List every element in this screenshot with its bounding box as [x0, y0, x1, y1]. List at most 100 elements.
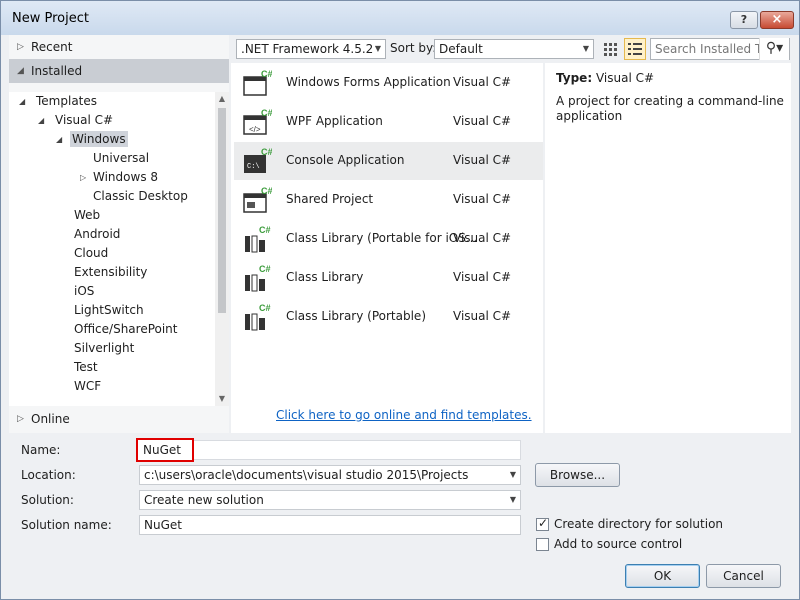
shared-project-icon: C# — [242, 185, 273, 215]
svg-text:C#: C# — [259, 303, 271, 313]
tree-item-office-sharepoint[interactable]: Office/SharePoint — [74, 320, 178, 339]
template-name: Shared Project — [286, 192, 374, 206]
template-language: Visual C# — [453, 231, 512, 245]
expand-arrow-icon[interactable]: ▷ — [17, 407, 24, 431]
template-name: WPF Application — [286, 114, 383, 128]
type-value: Visual C# — [595, 71, 655, 85]
template-language: Visual C# — [453, 153, 512, 167]
template-language: Visual C# — [453, 75, 512, 89]
collapse-arrow-icon[interactable]: ◢ — [38, 111, 44, 130]
wpf-icon: </> C# — [242, 107, 273, 137]
tree-item-windows-8[interactable]: ▷ Windows 8 — [80, 168, 158, 187]
close-button[interactable]: × — [760, 11, 794, 29]
framework-dropdown[interactable]: .NET Framework 4.5.2 ▼ — [236, 39, 386, 59]
source-control-checkbox[interactable] — [536, 538, 549, 551]
template-language: Visual C# — [453, 309, 512, 323]
tree-item-wcf[interactable]: WCF — [74, 377, 101, 396]
template-item[interactable]: C# Class Library (Portable) Visual C# — [234, 298, 543, 336]
chevron-down-icon: ▼ — [582, 44, 589, 53]
template-language: Visual C# — [453, 114, 512, 128]
svg-text:C#: C# — [261, 147, 272, 157]
scrollbar-thumb[interactable] — [218, 108, 226, 313]
cancel-button[interactable]: Cancel — [706, 564, 781, 588]
template-list: C# Windows Forms Application Visual C# <… — [231, 63, 543, 433]
template-description: A project for creating a command-line ap… — [556, 94, 784, 123]
title-bar: New Project ? × — [1, 1, 799, 35]
section-installed[interactable]: ◢ Installed — [9, 59, 229, 83]
tree-item-cloud[interactable]: Cloud — [74, 244, 108, 263]
expand-arrow-icon[interactable]: ▷ — [17, 35, 24, 59]
collapse-arrow-icon[interactable]: ◢ — [56, 130, 62, 149]
template-name: Console Application — [286, 153, 405, 167]
expand-arrow-icon[interactable]: ▷ — [80, 168, 86, 187]
tree-item-windows[interactable]: ◢ Windows — [56, 130, 128, 149]
browse-button[interactable]: Browse... — [535, 463, 620, 487]
class-library-portable-icon: C# — [242, 302, 272, 332]
template-language: Visual C# — [453, 192, 512, 206]
sort-by-label: Sort by: — [390, 41, 437, 55]
svg-text:C#: C# — [259, 225, 271, 235]
sort-by-value: Default — [439, 42, 483, 56]
solution-name-input[interactable]: NuGet — [139, 515, 521, 535]
solution-label: Solution: — [21, 493, 74, 507]
create-directory-label: Create directory for solution — [554, 517, 724, 531]
solution-dropdown[interactable]: Create new solution ▼ — [139, 490, 521, 510]
section-online[interactable]: ▷ Online — [9, 407, 229, 431]
tree-item-classic-desktop[interactable]: Classic Desktop — [93, 187, 188, 206]
type-info: Type: Visual C# — [556, 71, 654, 85]
tree-item-web[interactable]: Web — [74, 206, 100, 225]
scroll-up-icon[interactable]: ▲ — [215, 92, 229, 106]
template-item-selected[interactable]: C:\ C# Console Application Visual C# — [234, 142, 543, 180]
tree-item-universal[interactable]: Universal — [93, 149, 149, 168]
tree-item-silverlight[interactable]: Silverlight — [74, 339, 134, 358]
tree-item-visual-csharp[interactable]: ◢ Visual C# — [38, 111, 113, 130]
tree-item-templates[interactable]: ◢ Templates — [19, 92, 97, 111]
template-item[interactable]: C# Shared Project Visual C# — [234, 181, 543, 219]
chevron-down-icon[interactable]: ▼ — [510, 491, 516, 509]
search-icon[interactable]: ⚲▾ — [759, 38, 789, 60]
tree-item-extensibility[interactable]: Extensibility — [74, 263, 147, 282]
help-button[interactable]: ? — [730, 11, 758, 29]
template-item[interactable]: C# Windows Forms Application Visual C# — [234, 64, 543, 102]
tree-item-android[interactable]: Android — [74, 225, 120, 244]
svg-text:C#: C# — [261, 69, 272, 79]
tree-item-test[interactable]: Test — [74, 358, 98, 377]
solution-value: Create new solution — [144, 493, 264, 507]
name-input-area[interactable] — [194, 440, 521, 460]
scroll-down-icon[interactable]: ▼ — [215, 392, 229, 406]
collapse-arrow-icon[interactable]: ◢ — [17, 59, 24, 83]
sort-by-dropdown[interactable]: Default ▼ — [434, 39, 594, 59]
tree-item-lightswitch[interactable]: LightSwitch — [74, 301, 144, 320]
template-item[interactable]: C# Class Library Visual C# — [234, 259, 543, 297]
location-combobox[interactable]: c:\users\oracle\documents\visual studio … — [139, 465, 521, 485]
template-item[interactable]: C# Class Library (Portable for iOS... Vi… — [234, 220, 543, 258]
type-label: Type: — [556, 71, 593, 85]
window-title: New Project — [12, 11, 89, 26]
chevron-down-icon[interactable]: ▼ — [510, 466, 516, 484]
grid-view-icon[interactable] — [601, 39, 621, 59]
template-name: Class Library (Portable) — [286, 309, 426, 323]
section-recent-label: Recent — [31, 40, 73, 54]
solution-name-label: Solution name: — [21, 518, 112, 532]
create-directory-checkbox[interactable] — [536, 516, 549, 531]
template-name: Class Library (Portable for iOS... — [286, 231, 478, 245]
template-item[interactable]: </> C# WPF Application Visual C# — [234, 103, 543, 141]
ok-button[interactable]: OK — [625, 564, 700, 588]
location-value: c:\users\oracle\documents\visual studio … — [144, 468, 469, 482]
section-recent[interactable]: ▷ Recent — [9, 35, 229, 59]
template-name: Windows Forms Application — [286, 75, 451, 89]
location-label: Location: — [21, 468, 76, 482]
list-view-icon[interactable] — [624, 38, 646, 60]
name-input[interactable]: NuGet — [136, 438, 194, 462]
new-project-dialog: New Project ? × ▷ Recent ◢ Installed ◢ T… — [0, 0, 800, 600]
source-control-label: Add to source control — [554, 537, 683, 551]
section-installed-label: Installed — [31, 64, 83, 78]
tree-scrollbar[interactable]: ▲ ▼ — [215, 92, 229, 406]
svg-text:</>: </> — [249, 125, 261, 134]
description-pane: Type: Visual C# A project for creating a… — [545, 63, 791, 433]
template-name: Class Library — [286, 270, 364, 284]
left-pane: ▷ Recent ◢ Installed ◢ Templates ◢ Visua… — [9, 35, 229, 433]
find-templates-online-link[interactable]: Click here to go online and find templat… — [276, 408, 532, 422]
collapse-arrow-icon[interactable]: ◢ — [19, 92, 25, 111]
tree-item-ios[interactable]: iOS — [74, 282, 94, 301]
